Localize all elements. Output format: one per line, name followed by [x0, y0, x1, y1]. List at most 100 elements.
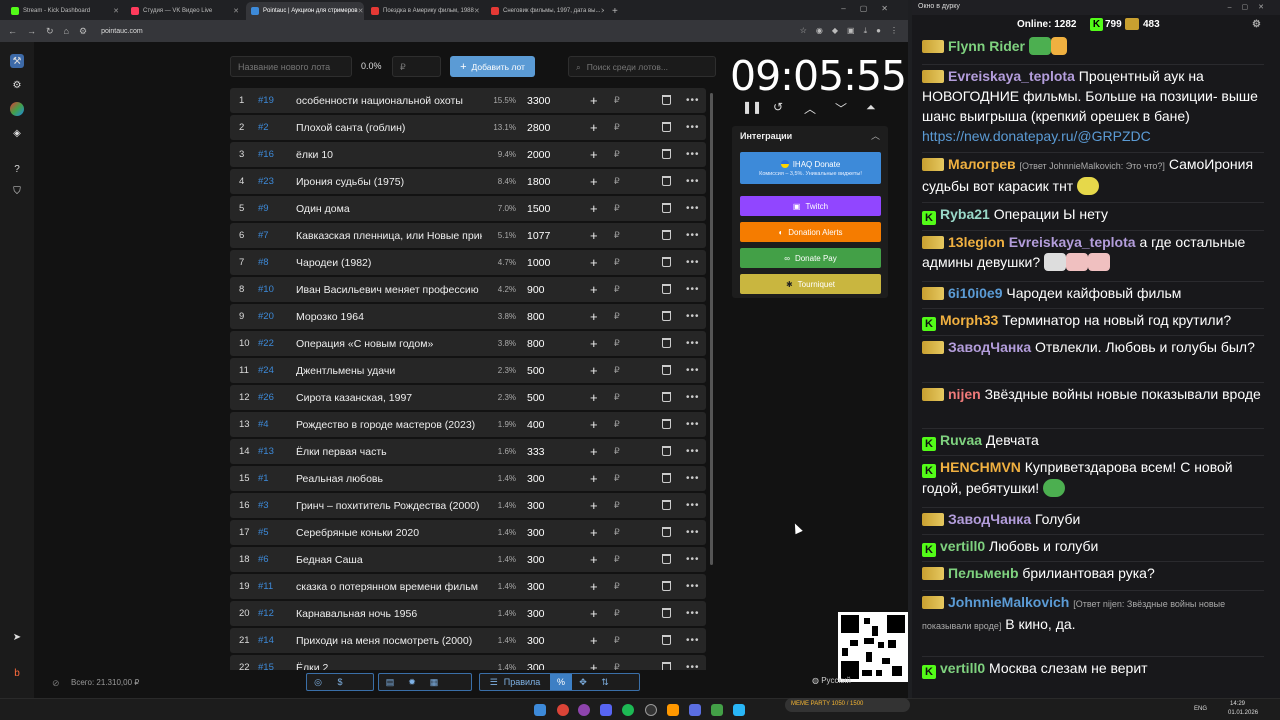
- obs-icon[interactable]: [645, 704, 657, 716]
- eye-off-icon[interactable]: ⊘: [52, 678, 60, 689]
- add-amount-icon[interactable]: +: [590, 525, 598, 540]
- window-controls[interactable]: –▢✕: [841, 4, 902, 13]
- add-amount-icon[interactable]: +: [590, 444, 598, 459]
- scrollbar[interactable]: [710, 93, 713, 565]
- add-amount-icon[interactable]: +: [590, 471, 598, 486]
- layers-icon[interactable]: ◈: [10, 126, 24, 140]
- lot-title[interactable]: Реальная любовь: [296, 473, 482, 485]
- lot-amount[interactable]: 300: [527, 500, 545, 512]
- lot-title[interactable]: Серебряные коньки 2020: [296, 527, 482, 539]
- clock-time[interactable]: 14:29: [1230, 701, 1245, 707]
- lot-title[interactable]: Иван Васильевич меняет профессию: [296, 284, 482, 296]
- more-icon[interactable]: •••: [686, 257, 700, 268]
- language-indicator[interactable]: ENG: [1194, 706, 1207, 712]
- lot-row[interactable]: 15 #1 Реальная любовь 1.4% 300 + ₽ •••: [230, 466, 706, 491]
- chat-username[interactable]: HENCHMVN: [940, 459, 1021, 475]
- chevron-up-icon[interactable]: ︿: [871, 129, 880, 142]
- lot-title[interactable]: сказка о потерянном времени фильм: [296, 581, 482, 593]
- ruble-icon[interactable]: ₽: [614, 392, 620, 403]
- ruble-icon[interactable]: ₽: [614, 473, 620, 484]
- more-icon[interactable]: •••: [686, 554, 700, 565]
- add-amount-icon[interactable]: +: [590, 255, 598, 270]
- trash-icon[interactable]: [662, 311, 671, 321]
- more-icon[interactable]: •••: [686, 149, 700, 160]
- trash-icon[interactable]: [662, 500, 671, 510]
- brand-icon[interactable]: b: [10, 666, 24, 680]
- more-icon[interactable]: •••: [686, 122, 700, 133]
- more-icon[interactable]: •••: [686, 203, 700, 214]
- chat-mention[interactable]: Evreiskaya_teplota: [1009, 234, 1136, 250]
- chat-username[interactable]: vertill0: [940, 660, 985, 676]
- lot-title[interactable]: Операция «С новым годом»: [296, 338, 482, 350]
- trash-icon[interactable]: [662, 122, 671, 132]
- pause-icon[interactable]: ❚❚: [742, 100, 762, 114]
- lot-id[interactable]: #1: [258, 473, 269, 484]
- double-chevron-up-icon[interactable]: ⏶: [866, 100, 876, 115]
- trash-icon[interactable]: [662, 554, 671, 564]
- chevron-down-icon[interactable]: ﹀: [835, 100, 847, 117]
- lot-id[interactable]: #14: [258, 635, 274, 646]
- trash-icon[interactable]: [662, 230, 671, 240]
- clock-date[interactable]: 01.01.2026: [1228, 710, 1258, 716]
- windows-start-icon[interactable]: [534, 704, 546, 716]
- trash-icon[interactable]: [662, 662, 671, 670]
- chat-link[interactable]: https://new.donatepay.ru/@GRPZDC: [922, 128, 1151, 144]
- lot-title[interactable]: Бедная Саша: [296, 554, 482, 566]
- lot-row[interactable]: 20 #12 Карнавальная ночь 1956 1.4% 300 + ₽ •••: [230, 601, 706, 626]
- chat-username[interactable]: nijen: [948, 386, 981, 402]
- lot-title[interactable]: Ёлки первая часть: [296, 446, 482, 458]
- ruble-icon[interactable]: ₽: [614, 95, 620, 106]
- download-icon[interactable]: ⤓: [864, 26, 868, 36]
- lot-title[interactable]: Рождество в городе мастеров (2023): [296, 419, 482, 431]
- lot-row[interactable]: 3 #16 ёлки 10 9.4% 2000 + ₽ •••: [230, 142, 706, 167]
- add-amount-icon[interactable]: +: [590, 417, 598, 432]
- ruble-icon[interactable]: ₽: [614, 581, 620, 592]
- ruble-icon[interactable]: ₽: [614, 365, 620, 376]
- trash-icon[interactable]: [662, 284, 671, 294]
- add-amount-icon[interactable]: +: [590, 228, 598, 243]
- lot-row[interactable]: 11 #24 Джентльмены удачи 2.3% 500 + ₽ •••: [230, 358, 706, 383]
- lot-row[interactable]: 17 #5 Серебряные коньки 2020 1.4% 300 + ₽ •••: [230, 520, 706, 545]
- add-amount-icon[interactable]: +: [590, 120, 598, 135]
- lot-title[interactable]: Ёлки 2: [296, 662, 482, 671]
- chat-username[interactable]: Пельменb: [948, 565, 1019, 581]
- home-icon[interactable]: ⌂: [64, 26, 69, 36]
- chat-username[interactable]: Morph33: [940, 312, 998, 328]
- ruble-icon[interactable]: ₽: [614, 635, 620, 646]
- lot-row[interactable]: 14 #13 Ёлки первая часть 1.6% 333 + ₽ •••: [230, 439, 706, 464]
- trash-icon[interactable]: [662, 392, 671, 402]
- add-amount-icon[interactable]: +: [590, 201, 598, 216]
- lot-title[interactable]: ёлки 10: [296, 149, 482, 161]
- trash-icon[interactable]: [662, 95, 671, 105]
- close-tab-icon[interactable]: ✕: [358, 7, 364, 15]
- chat-username[interactable]: Flynn Rider: [948, 38, 1025, 54]
- add-lot-button[interactable]: + Добавить лот: [450, 56, 535, 77]
- lot-row[interactable]: 7 #8 Чародеи (1982) 4.7% 1000 + ₽ •••: [230, 250, 706, 275]
- expand-icon[interactable]: ✥: [572, 674, 594, 690]
- more-icon[interactable]: •••: [686, 176, 700, 187]
- chrome-icon[interactable]: [557, 704, 569, 716]
- donate-pay-button[interactable]: ∞ Donate Pay: [740, 248, 881, 268]
- donation-alerts-button[interactable]: ◐ Donation Alerts: [740, 222, 881, 242]
- auction-icon[interactable]: ⚒: [10, 54, 24, 68]
- lot-id[interactable]: #19: [258, 95, 274, 106]
- close-tab-icon[interactable]: ✕: [113, 7, 119, 15]
- lot-amount[interactable]: 1800: [527, 176, 550, 188]
- lot-id[interactable]: #16: [258, 149, 274, 160]
- app-icon[interactable]: [689, 704, 701, 716]
- app-icon[interactable]: [578, 704, 590, 716]
- lot-id[interactable]: #4: [258, 419, 269, 430]
- close-tab-icon[interactable]: ✕: [600, 7, 604, 15]
- lot-id[interactable]: #2: [258, 122, 269, 133]
- app-icon[interactable]: [711, 704, 723, 716]
- lot-id[interactable]: #10: [258, 284, 274, 295]
- lot-id[interactable]: #5: [258, 527, 269, 538]
- lot-amount[interactable]: 3300: [527, 95, 550, 107]
- lot-amount[interactable]: 1500: [527, 203, 550, 215]
- lot-amount[interactable]: 900: [527, 284, 545, 296]
- chat-username[interactable]: ЗаводЧанка: [948, 339, 1031, 355]
- tab-vk[interactable]: Студия — VK Видео Live ✕: [126, 2, 244, 20]
- window-controls[interactable]: –▢✕: [1228, 3, 1274, 11]
- more-icon[interactable]: •••: [686, 473, 700, 484]
- more-icon[interactable]: •••: [686, 338, 700, 349]
